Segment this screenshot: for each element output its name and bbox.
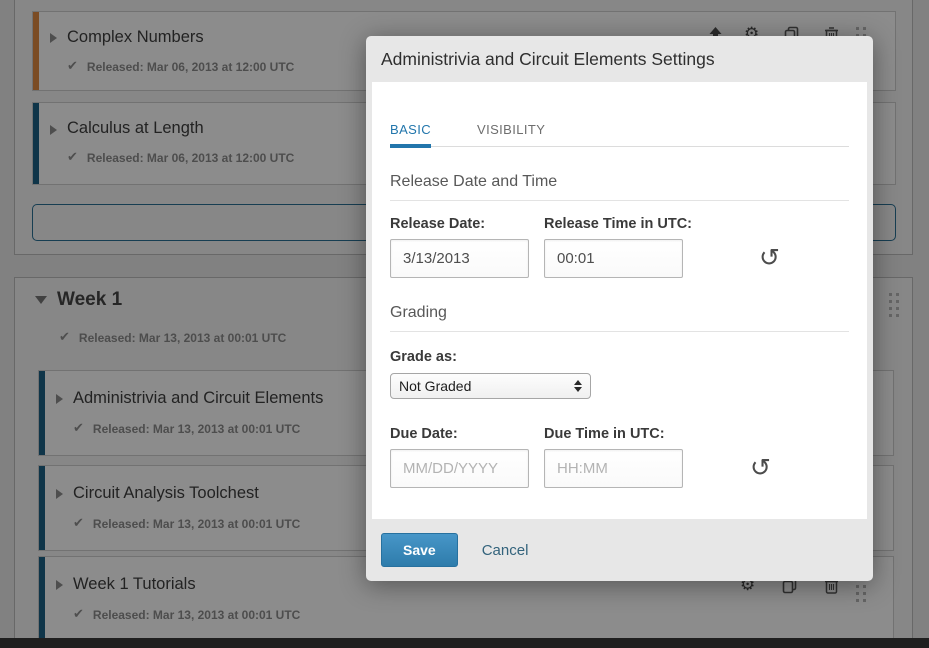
reset-release-date-icon[interactable]: ↺ (759, 245, 780, 270)
modal-body: BASIC VISIBILITY Release Date and Time R… (372, 82, 867, 519)
modal-tabs: BASIC VISIBILITY (390, 122, 849, 147)
tab-visibility[interactable]: VISIBILITY (477, 122, 545, 146)
due-time-input[interactable] (544, 449, 683, 488)
release-time-label: Release Time in UTC: (544, 216, 692, 232)
grade-as-label: Grade as: (390, 349, 849, 365)
subsection-settings-modal: Administrivia and Circuit Elements Setti… (366, 36, 873, 581)
release-section-heading: Release Date and Time (390, 173, 849, 201)
save-button[interactable]: Save (381, 533, 458, 567)
modal-header: Administrivia and Circuit Elements Setti… (366, 36, 873, 82)
tab-basic[interactable]: BASIC (390, 122, 431, 148)
release-date-input[interactable] (390, 239, 529, 278)
grade-as-selected-value: Not Graded (399, 378, 471, 394)
due-date-label: Due Date: (390, 426, 529, 442)
reset-due-date-icon[interactable]: ↺ (750, 455, 771, 480)
modal-footer: Save Cancel (366, 519, 873, 581)
release-date-label: Release Date: (390, 216, 529, 232)
release-time-input[interactable] (544, 239, 683, 278)
select-spinner-icon (574, 380, 582, 392)
modal-title: Administrivia and Circuit Elements Setti… (381, 49, 715, 70)
due-date-input[interactable] (390, 449, 529, 488)
cancel-link[interactable]: Cancel (482, 542, 529, 559)
grading-section-heading: Grading (390, 304, 849, 332)
grade-as-select[interactable]: Not Graded (390, 373, 591, 399)
due-time-label: Due Time in UTC: (544, 426, 683, 442)
